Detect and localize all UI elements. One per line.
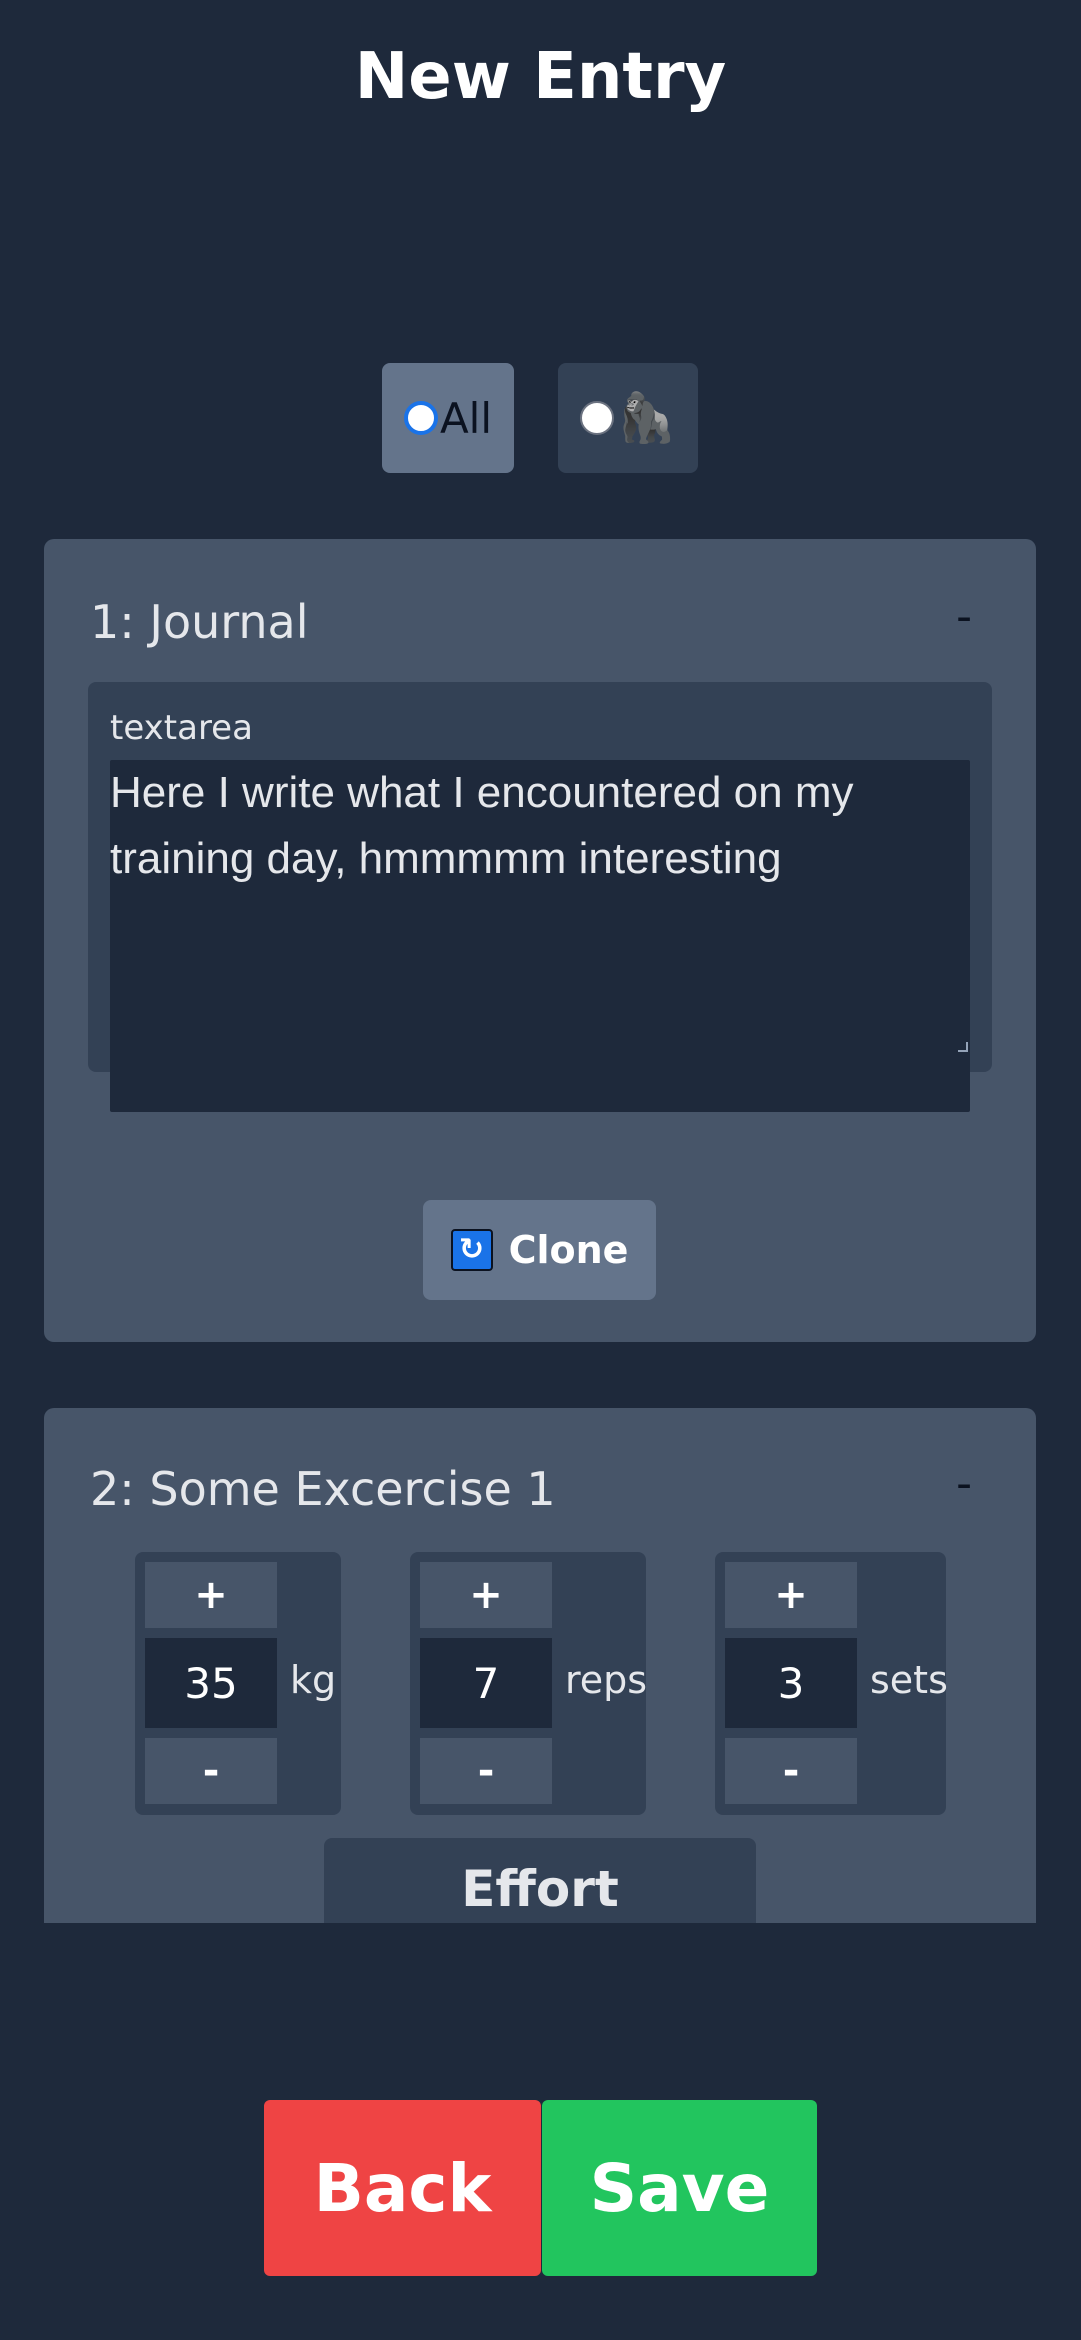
- sets-value[interactable]: 3: [725, 1638, 857, 1728]
- effort-button[interactable]: Effort: [324, 1838, 756, 1923]
- journal-card: 1: Journal - textarea Here I write what …: [44, 539, 1036, 1342]
- repeat-icon: ↻: [450, 1229, 493, 1271]
- weight-value[interactable]: 35: [145, 1638, 277, 1728]
- clone-button-label: Clone: [508, 1228, 629, 1272]
- textarea-container: textarea Here I write what I encountered…: [88, 682, 992, 1112]
- resize-grip-icon[interactable]: [958, 1042, 968, 1052]
- journal-textarea[interactable]: Here I write what I encountered on my tr…: [110, 760, 970, 1112]
- filter-all[interactable]: All: [382, 363, 514, 473]
- filter-gorilla[interactable]: 🦍: [558, 363, 698, 473]
- weight-increment-button[interactable]: +: [145, 1562, 277, 1628]
- reps-increment-button[interactable]: +: [420, 1562, 552, 1628]
- exercise-card-title: 2: Some Excercise 1: [90, 1462, 556, 1516]
- weight-unit: kg: [290, 1658, 337, 1702]
- journal-card-title: 1: Journal: [90, 595, 309, 649]
- new-entry-screen: New Entry All 🦍 1: Journal - textarea He…: [0, 0, 1081, 2340]
- page-title: New Entry: [354, 40, 727, 114]
- weight-stepper: + 35 kg -: [135, 1552, 341, 1815]
- save-button[interactable]: Save: [542, 2100, 817, 2276]
- weight-decrement-button[interactable]: -: [145, 1738, 277, 1804]
- clone-button[interactable]: ↻ Clone: [423, 1200, 656, 1300]
- back-button[interactable]: Back: [264, 2100, 541, 2276]
- gorilla-icon: 🦍: [616, 390, 676, 446]
- radio-gorilla[interactable]: [580, 401, 615, 435]
- textarea-label: textarea: [110, 708, 253, 748]
- remove-journal-button[interactable]: -: [956, 591, 972, 642]
- exercise-card: 2: Some Excercise 1 - + 35 kg - + 7 reps…: [44, 1408, 1036, 1923]
- reps-stepper: + 7 reps -: [410, 1552, 648, 1815]
- remove-exercise-button[interactable]: -: [956, 1458, 972, 1509]
- sets-increment-button[interactable]: +: [725, 1562, 857, 1628]
- filter-all-label: All: [439, 393, 493, 443]
- sets-unit: sets: [870, 1658, 948, 1702]
- reps-unit: reps: [565, 1658, 648, 1702]
- reps-value[interactable]: 7: [420, 1638, 552, 1728]
- sets-stepper: + 3 sets -: [715, 1552, 948, 1815]
- reps-decrement-button[interactable]: -: [420, 1738, 552, 1804]
- radio-all[interactable]: [403, 401, 438, 435]
- sets-decrement-button[interactable]: -: [725, 1738, 857, 1804]
